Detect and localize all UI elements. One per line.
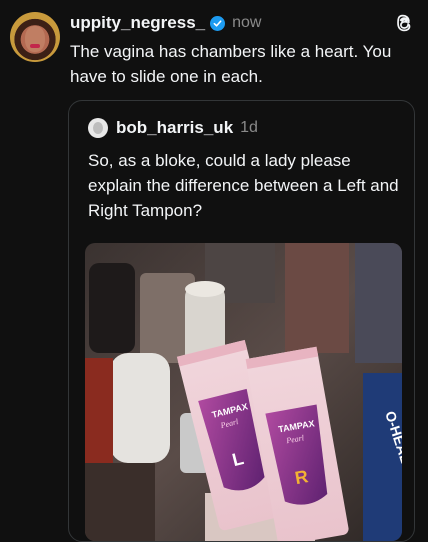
avatar-face [25,26,45,52]
verified-badge-icon [210,15,226,31]
quoted-post[interactable]: bob_harris_uk 1d So, as a bloke, could a… [68,100,415,542]
thread-post: uppity_negress_ now The vagina has chamb… [0,0,428,542]
quoted-avatar[interactable] [88,118,108,138]
quoted-post-time: 1d [240,119,258,136]
dark-bottle [89,263,135,353]
tampon-photo: O-HEAL TAMPAX Pearl L TAMPAX Pearl R [85,243,402,541]
post-text: The vagina has chambers like a heart. Yo… [70,42,392,86]
quoted-username[interactable]: bob_harris_uk [116,118,233,138]
post-time: now [232,14,262,31]
avatar[interactable] [10,12,60,62]
threads-logo-icon[interactable] [393,12,415,34]
post-header: uppity_negress_ now [70,11,261,35]
quoted-post-header: bob_harris_uk 1d [116,116,258,140]
pink-box [285,243,349,353]
username[interactable]: uppity_negress_ [70,13,205,33]
quoted-post-text: So, as a bloke, could a lady please expl… [88,151,399,220]
quoted-post-image[interactable]: O-HEAL TAMPAX Pearl L TAMPAX Pearl R [85,243,402,541]
deodorant [110,353,170,463]
avatar-lips [30,44,40,48]
